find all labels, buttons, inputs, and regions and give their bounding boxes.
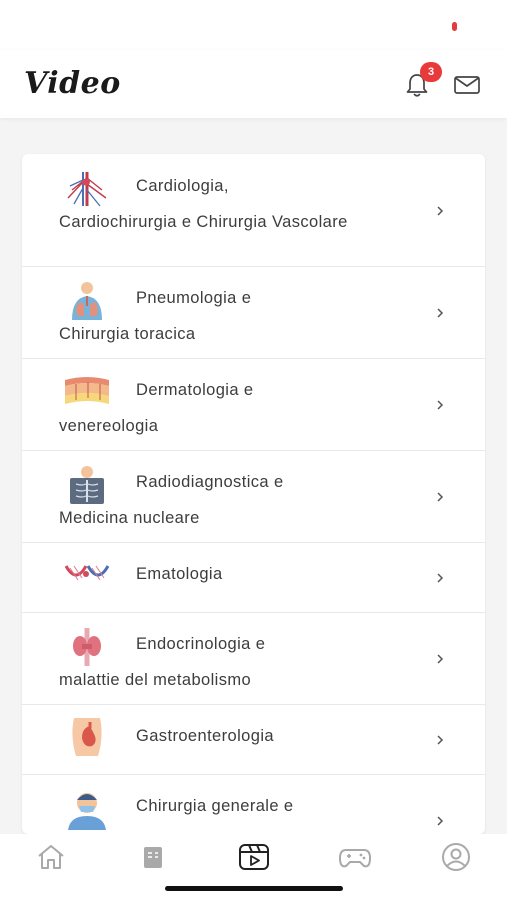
chevron-right-icon xyxy=(437,308,444,318)
list-item-title: Ematologia xyxy=(136,565,223,583)
list-item-subtitle: venereologia xyxy=(59,417,159,435)
notification-badge: 3 xyxy=(420,62,442,82)
chevron-right-icon xyxy=(437,654,444,664)
list-item-subtitle: Medicina nucleare xyxy=(59,509,200,527)
list-item-chirurgia-generale[interactable]: Chirurgia generale e xyxy=(22,774,485,834)
list-item-radiodiagnostica[interactable]: Radiodiagnostica e Medicina nucleare xyxy=(22,450,485,543)
list-item-endocrinologia[interactable]: Endocrinologia e malattie del metabolism… xyxy=(22,612,485,705)
mail-icon[interactable] xyxy=(452,72,482,98)
chevron-right-icon xyxy=(437,573,444,583)
list-item-dermatologia[interactable]: Dermatologia e venereologia xyxy=(22,358,485,451)
chevron-right-icon xyxy=(437,400,444,410)
page-title: Video xyxy=(24,66,121,101)
recording-indicator xyxy=(452,22,457,31)
gamepad-icon[interactable] xyxy=(338,842,372,872)
home-indicator xyxy=(165,886,343,891)
list-item-subtitle: Chirurgia toracica xyxy=(59,325,196,343)
list-item-cardiologia[interactable]: Cardiologia, Cardiochirurgia e Chirurgia… xyxy=(22,154,485,267)
status-bar xyxy=(0,0,507,50)
chevron-right-icon xyxy=(437,816,444,826)
list-item-title: Endocrinologia e xyxy=(136,635,266,653)
specialty-list: Cardiologia, Cardiochirurgia e Chirurgia… xyxy=(22,154,485,834)
profile-icon[interactable] xyxy=(439,842,473,872)
list-item-subtitle: Cardiochirurgia e Chirurgia Vascolare xyxy=(59,213,348,231)
list-item-title: Chirurgia generale e xyxy=(136,797,294,815)
list-item-title: Gastroenterologia xyxy=(136,727,274,745)
chevron-right-icon xyxy=(437,735,444,745)
list-item-pneumologia[interactable]: Pneumologia e Chirurgia toracica xyxy=(22,266,485,359)
header: Video xyxy=(0,50,507,118)
video-icon[interactable] xyxy=(237,842,271,872)
book-icon[interactable] xyxy=(136,842,170,872)
home-icon[interactable] xyxy=(34,842,68,872)
list-item-title: Dermatologia e xyxy=(136,381,254,399)
list-item-title: Radiodiagnostica e xyxy=(136,473,284,491)
list-item-title: Pneumologia e xyxy=(136,289,252,307)
list-item-subtitle: malattie del metabolismo xyxy=(59,671,252,689)
list-item-gastroenterologia[interactable]: Gastroenterologia xyxy=(22,704,485,775)
chevron-right-icon xyxy=(437,206,444,216)
list-item-ematologia[interactable]: Ematologia xyxy=(22,542,485,613)
list-item-title: Cardiologia, xyxy=(136,177,229,195)
chevron-right-icon xyxy=(437,492,444,502)
